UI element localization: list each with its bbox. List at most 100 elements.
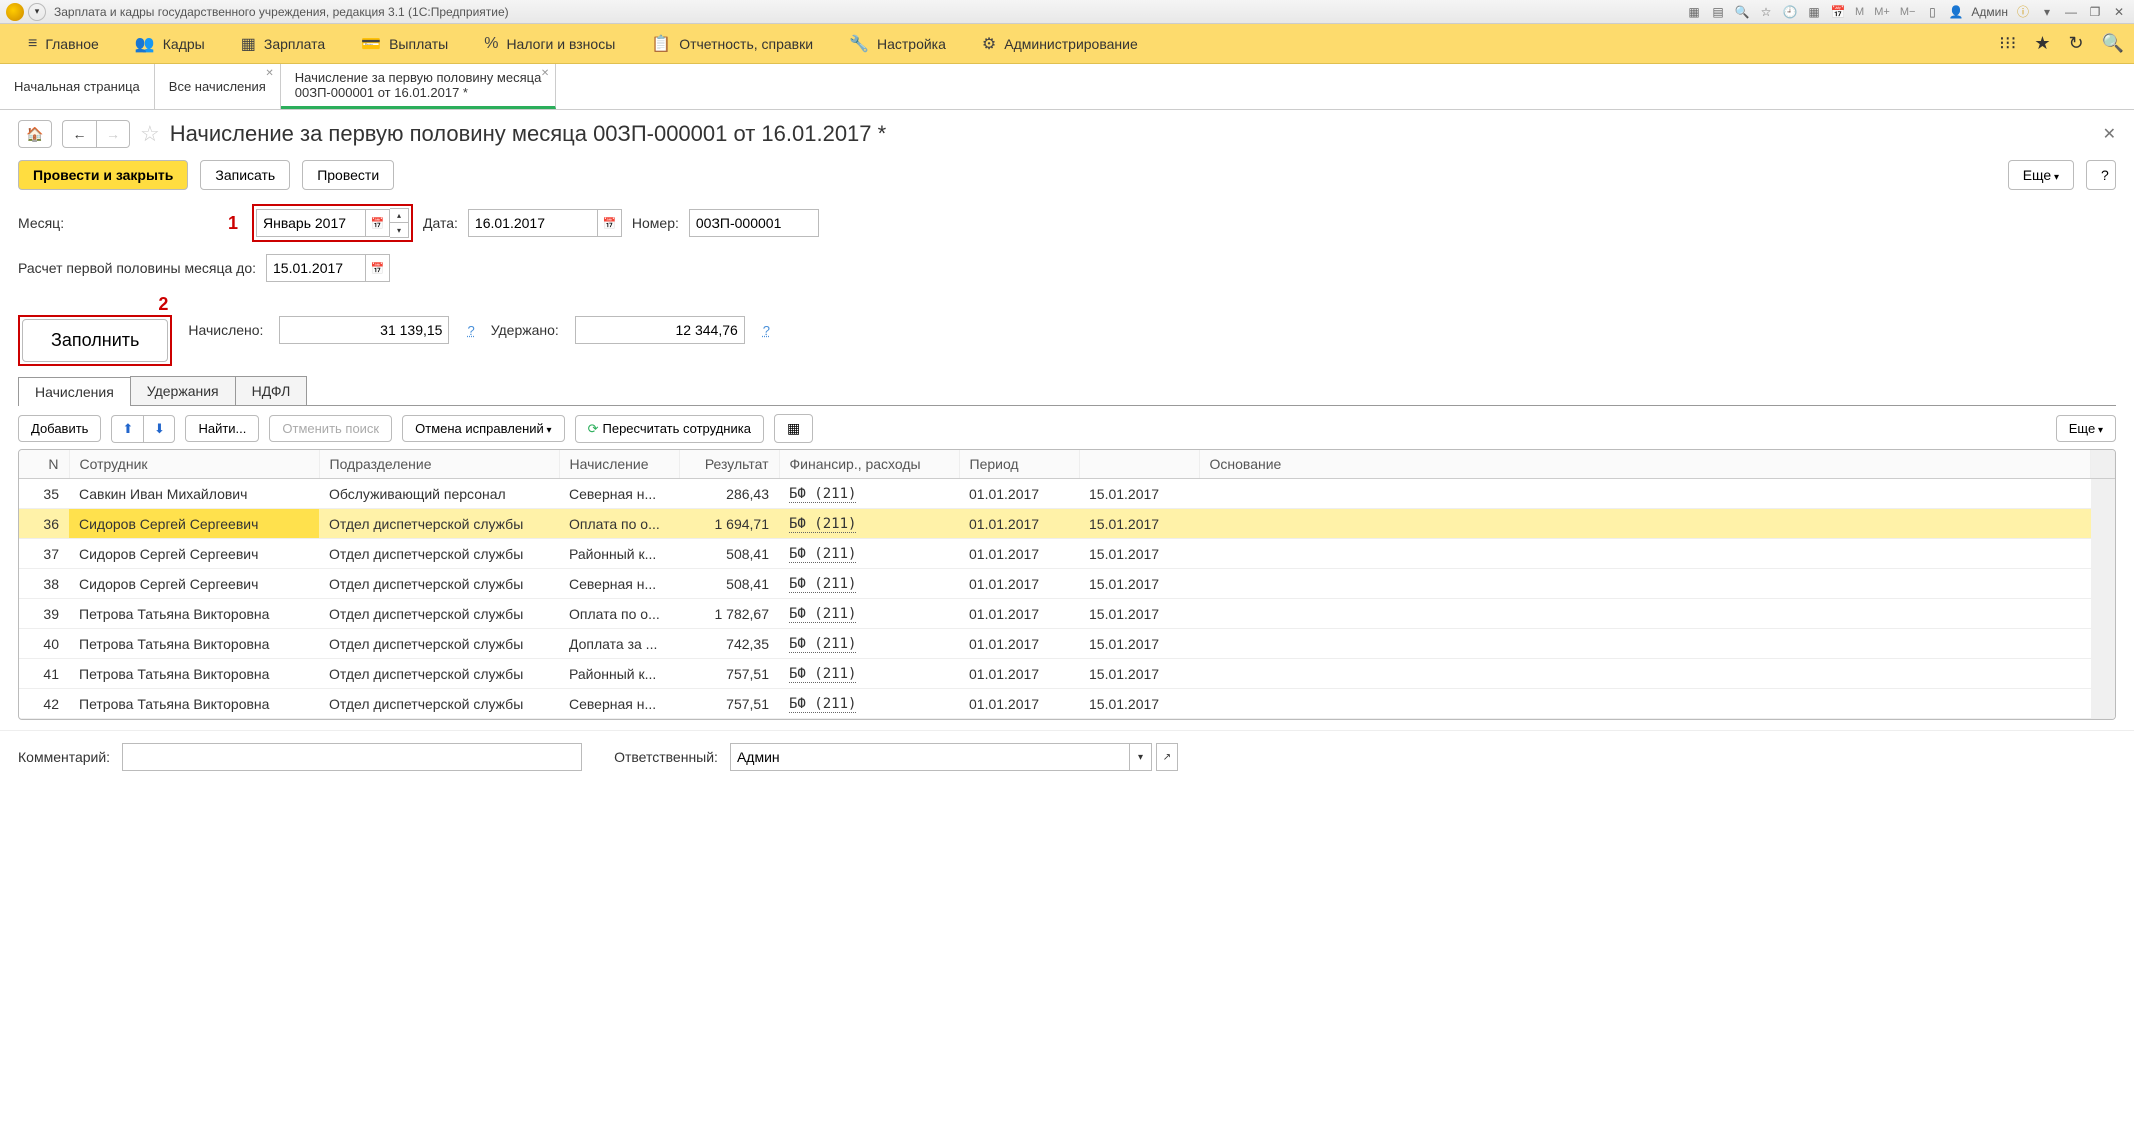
post-and-close-button[interactable]: Провести и закрыть <box>18 160 188 190</box>
add-row-button[interactable]: Добавить <box>18 415 101 442</box>
columns-button[interactable]: ▦ <box>774 414 813 443</box>
dropdown-icon[interactable]: ▾ <box>2038 3 2056 21</box>
date-picker-icon[interactable]: 📅 <box>598 209 622 237</box>
help-button[interactable]: ? <box>2086 160 2116 190</box>
forward-button[interactable]: → <box>96 120 130 148</box>
mminus-button[interactable]: M− <box>1898 6 1918 18</box>
post-button[interactable]: Провести <box>302 160 394 190</box>
col-period[interactable]: Период <box>959 450 1079 479</box>
col-period-end[interactable] <box>1079 450 1199 479</box>
history-nav-icon[interactable]: ↻ <box>2068 33 2083 54</box>
col-accrual[interactable]: Начисление <box>559 450 679 479</box>
recalc-employee-button[interactable]: ⟳Пересчитать сотрудника <box>575 415 764 443</box>
cell-finance[interactable]: БФ (211) <box>779 629 959 659</box>
month-spinner[interactable]: ▴▾ <box>390 208 409 238</box>
maximize-button[interactable]: ❐ <box>2086 3 2104 21</box>
toolbar-more-button[interactable]: Еще <box>2056 415 2116 442</box>
save-button[interactable]: Записать <box>200 160 290 190</box>
subtab-ndfl[interactable]: НДФЛ <box>235 376 308 405</box>
col-result[interactable]: Результат <box>679 450 779 479</box>
col-n[interactable]: N <box>19 450 69 479</box>
menu-reports[interactable]: 📋Отчетность, справки <box>633 34 831 54</box>
spin-up-icon[interactable]: ▴ <box>390 209 408 223</box>
close-icon[interactable]: ✕ <box>541 68 549 79</box>
menu-main[interactable]: ≡Главное <box>10 35 117 53</box>
spin-down-icon[interactable]: ▾ <box>390 223 408 237</box>
month-picker-icon[interactable]: 📅 <box>366 209 390 237</box>
toolbar-icon-1[interactable]: ▦ <box>1685 3 1703 21</box>
page-close-button[interactable]: ✕ <box>2103 124 2116 144</box>
fill-button[interactable]: Заполнить <box>22 319 168 362</box>
apps-icon[interactable]: ⁝⁝⁝ <box>1999 33 2016 54</box>
table-row[interactable]: 37Сидоров Сергей СергеевичОтдел диспетче… <box>19 539 2115 569</box>
calc-until-picker-icon[interactable]: 📅 <box>366 254 390 282</box>
date-input[interactable] <box>468 209 598 237</box>
table-row[interactable]: 38Сидоров Сергей СергеевичОтдел диспетче… <box>19 569 2115 599</box>
user-name[interactable]: Админ <box>1971 5 2008 19</box>
cell-finance[interactable]: БФ (211) <box>779 539 959 569</box>
tab-all-accruals[interactable]: Все начисления✕ <box>155 64 281 109</box>
minimize-button[interactable]: — <box>2062 3 2080 21</box>
cell-finance[interactable]: БФ (211) <box>779 599 959 629</box>
menu-payments[interactable]: 💳Выплаты <box>343 34 466 54</box>
calendar-icon[interactable]: 📅 <box>1829 3 1847 21</box>
subtab-accruals[interactable]: Начисления <box>18 377 131 406</box>
table-row[interactable]: 35Савкин Иван МихайловичОбслуживающий пе… <box>19 479 2115 509</box>
move-up-button[interactable]: ⬆ <box>111 415 143 443</box>
favorite-icon[interactable]: ★ <box>2034 33 2050 54</box>
menu-taxes[interactable]: %Налоги и взносы <box>466 35 633 53</box>
star-icon[interactable]: ☆ <box>1757 3 1775 21</box>
table-row[interactable]: 42Петрова Татьяна ВикторовнаОтдел диспет… <box>19 689 2115 719</box>
menu-personnel[interactable]: 👥Кадры <box>117 34 223 54</box>
cancel-corrections-button[interactable]: Отмена исправлений <box>402 415 564 442</box>
search-icon[interactable]: 🔍 <box>2102 33 2124 54</box>
favorite-star-icon[interactable]: ☆ <box>140 121 160 147</box>
m-button[interactable]: M <box>1853 6 1866 18</box>
toolbar-icon-3[interactable]: 🔍 <box>1733 3 1751 21</box>
scrollbar[interactable] <box>2091 479 2115 719</box>
history-icon[interactable]: 🕘 <box>1781 3 1799 21</box>
more-button[interactable]: Еще <box>2008 160 2074 190</box>
accrued-help-icon[interactable]: ? <box>467 323 474 338</box>
number-input[interactable] <box>689 209 819 237</box>
cell-finance[interactable]: БФ (211) <box>779 659 959 689</box>
menu-settings[interactable]: 🔧Настройка <box>831 34 964 54</box>
tab-current-doc[interactable]: Начисление за первую половину месяца 00З… <box>281 64 557 109</box>
back-button[interactable]: ← <box>62 120 96 148</box>
toolbar-icon-2[interactable]: ▤ <box>1709 3 1727 21</box>
responsible-input[interactable] <box>730 743 1130 771</box>
scrollbar-track[interactable] <box>2091 450 2115 479</box>
table-row[interactable]: 36Сидоров Сергей СергеевичОтдел диспетче… <box>19 509 2115 539</box>
calc-until-input[interactable] <box>266 254 366 282</box>
col-basis[interactable]: Основание <box>1199 450 2091 479</box>
table-row[interactable]: 41Петрова Татьяна ВикторовнаОтдел диспет… <box>19 659 2115 689</box>
app-menu-dropdown[interactable]: ▾ <box>28 3 46 21</box>
home-button[interactable]: 🏠 <box>18 120 52 148</box>
cell-finance[interactable]: БФ (211) <box>779 569 959 599</box>
cell-finance[interactable]: БФ (211) <box>779 509 959 539</box>
close-icon[interactable]: ✕ <box>265 68 273 79</box>
find-button[interactable]: Найти... <box>185 415 259 442</box>
info-icon[interactable]: ⓘ <box>2014 3 2032 21</box>
mplus-button[interactable]: M+ <box>1872 6 1892 18</box>
col-dept[interactable]: Подразделение <box>319 450 559 479</box>
responsible-open-icon[interactable]: ↗ <box>1156 743 1178 771</box>
menu-admin[interactable]: ⚙Администрирование <box>964 34 1156 54</box>
table-row[interactable]: 40Петрова Татьяна ВикторовнаОтдел диспет… <box>19 629 2115 659</box>
col-employee[interactable]: Сотрудник <box>69 450 319 479</box>
calc-icon[interactable]: ▦ <box>1805 3 1823 21</box>
close-window-button[interactable]: ✕ <box>2110 3 2128 21</box>
comment-input[interactable] <box>122 743 582 771</box>
tab-start[interactable]: Начальная страница <box>0 64 155 109</box>
menu-salary[interactable]: ▦Зарплата <box>223 34 343 54</box>
col-finance[interactable]: Финансир., расходы <box>779 450 959 479</box>
cell-finance[interactable]: БФ (211) <box>779 479 959 509</box>
panel-icon[interactable]: ▯ <box>1923 3 1941 21</box>
table-row[interactable]: 39Петрова Татьяна ВикторовнаОтдел диспет… <box>19 599 2115 629</box>
responsible-dropdown-icon[interactable]: ▾ <box>1130 743 1152 771</box>
move-down-button[interactable]: ⬇ <box>143 415 175 443</box>
cell-finance[interactable]: БФ (211) <box>779 689 959 719</box>
month-input[interactable] <box>256 209 366 237</box>
subtab-deductions[interactable]: Удержания <box>130 376 236 405</box>
withheld-help-icon[interactable]: ? <box>763 323 770 338</box>
